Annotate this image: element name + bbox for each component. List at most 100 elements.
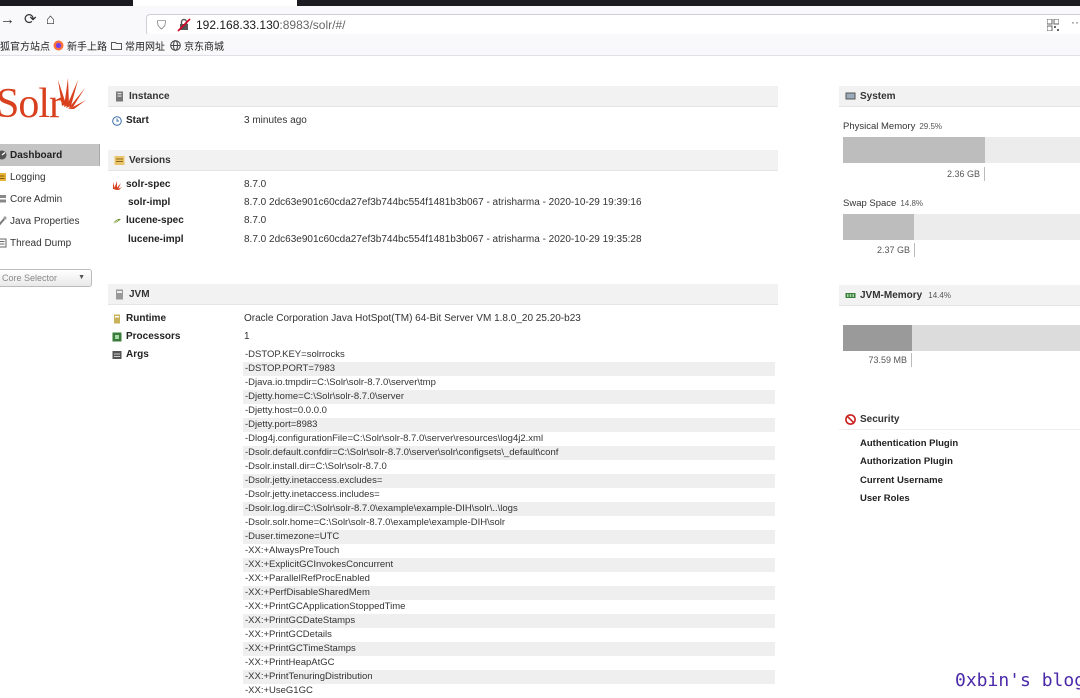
reload-icon[interactable]: ⟳	[24, 12, 37, 28]
version-label: lucene-spec	[126, 215, 184, 226]
start-value: 3 minutes ago	[244, 115, 307, 126]
runtime-key: Runtime	[112, 313, 166, 324]
versions-title: Versions	[129, 154, 171, 166]
version-value: 8.7.0	[244, 179, 267, 190]
versions-header: Versions	[108, 150, 778, 171]
sidebar-item-core-admin[interactable]: Core Admin	[0, 188, 100, 210]
version-key: lucene-impl	[128, 234, 184, 245]
jvm-args-list: -DSTOP.KEY=solrrocks -DSTOP.PORT=7983 -D…	[243, 348, 775, 698]
version-key: lucene-spec	[112, 215, 184, 226]
jvm-arg: -Dsolr.jetty.inetaccess.excludes=	[243, 474, 775, 488]
qr-code-icon[interactable]	[1047, 19, 1059, 31]
logging-icon	[0, 173, 6, 181]
more-icon[interactable]: ··	[1071, 15, 1079, 29]
security-authorization-plugin: Authorization Plugin	[860, 456, 953, 467]
bookmark-item[interactable]: 京东商城	[170, 38, 224, 53]
solr-logo[interactable]: Solr	[0, 76, 88, 128]
jvm-arg: -XX:+PrintTenuringDistribution	[243, 670, 775, 684]
globe-icon	[170, 40, 181, 51]
security-user-roles: User Roles	[860, 493, 910, 504]
version-row: lucene-spec 8.7.0	[112, 215, 778, 229]
sidebar-item-label: Core Admin	[10, 193, 63, 205]
lucene-icon	[112, 218, 121, 224]
version-row: solr-spec 8.7.0	[112, 179, 778, 193]
memory-chip-icon	[845, 292, 856, 298]
sidebar-item-dashboard[interactable]: Dashboard	[0, 144, 100, 166]
thread-dump-icon	[0, 238, 7, 248]
core-admin-icon	[0, 195, 6, 203]
insecure-lock-icon[interactable]	[177, 18, 191, 32]
instance-header: Instance	[108, 86, 778, 107]
bookmark-item[interactable]: 新手上路	[53, 38, 107, 53]
args-label: Args	[126, 349, 149, 360]
bookmarks-bar: 狐官方站点 新手上路 常用网址 京东商城	[0, 34, 1080, 56]
args-key: Args	[112, 349, 149, 360]
security-title: Security	[860, 413, 900, 425]
home-icon[interactable]: ⌂	[46, 12, 55, 28]
physical-memory-used: 2.36 GB	[920, 167, 985, 181]
folder-icon	[111, 42, 122, 50]
core-selector-dropdown[interactable]: Core Selector ▼	[0, 269, 92, 287]
jvm-arg: -XX:+ParallelRefProcEnabled	[245, 573, 370, 584]
security-header: Security	[839, 409, 1080, 430]
clock-icon	[112, 115, 122, 126]
swap-space-used: 2.37 GB	[850, 243, 915, 257]
url-path: :8983/solr/#/	[279, 18, 346, 32]
system-title: System	[860, 90, 896, 102]
jvm-arg: -XX:+PrintGCTimeStamps	[243, 642, 775, 656]
sidebar-item-java-properties[interactable]: Java Properties	[0, 210, 100, 232]
system-icon	[845, 92, 856, 99]
jvm-arg: -XX:+UseG1GC	[245, 685, 313, 696]
processor-icon	[112, 332, 122, 341]
jvm-arg: -XX:+PrintGCApplicationStoppedTime	[245, 601, 406, 612]
solr-sun-icon	[58, 78, 86, 109]
version-value: 8.7.0	[244, 215, 267, 226]
jvm-arg: -XX:+ExplicitGCInvokesConcurrent	[243, 558, 775, 572]
url-text[interactable]: 192.168.33.130:8983/solr/#/	[196, 18, 345, 32]
jvm-arg: -XX:+PrintHeapAtGC	[245, 657, 335, 668]
physical-memory-percent: 29.5%	[919, 122, 943, 131]
java-properties-icon	[0, 216, 7, 226]
physical-memory-bar	[843, 137, 1080, 163]
processors-label: Processors	[126, 331, 181, 342]
jvm-arg: -DSTOP.PORT=7983	[243, 362, 775, 376]
jvm-arg: -Djava.io.tmpdir=C:\Solr\solr-8.7.0\serv…	[245, 377, 436, 388]
version-label: lucene-impl	[128, 234, 184, 245]
swap-space-percent: 14.8%	[900, 199, 924, 208]
sidebar-item-thread-dump[interactable]: Thread Dump	[0, 232, 100, 254]
jvm-memory-bar	[843, 325, 1080, 351]
physical-memory-fill	[843, 137, 985, 163]
runtime-value: Oracle Corporation Java HotSpot(TM) 64-B…	[244, 313, 581, 324]
sidebar-item-label: Thread Dump	[10, 237, 72, 249]
shield-icon[interactable]: ⛉	[157, 18, 166, 33]
solr-logo-text: Solr	[0, 81, 63, 127]
jvm-arg: -Djetty.host=0.0.0.0	[245, 405, 327, 416]
jvm-arg: -Dlog4j.configurationFile=C:\Solr\solr-8…	[245, 433, 544, 444]
start-label: Start	[126, 115, 149, 126]
forward-icon[interactable]: →	[0, 12, 15, 28]
runtime-label: Runtime	[126, 313, 166, 324]
sidebar-item-logging[interactable]: Logging	[0, 166, 100, 188]
swap-space-bar	[843, 214, 1080, 240]
jvm-memory-percent: 14.4%	[928, 290, 951, 300]
jvm-arg: -Djetty.home=C:\Solr\solr-8.7.0\server	[243, 390, 775, 404]
jvm-memory-used: 73.59 MB	[846, 353, 912, 367]
jvm-arg: -XX:+PrintGCDetails	[245, 629, 332, 640]
version-value: 8.7.0 2dc63e901c60cda27ef3b744bc554f1481…	[244, 234, 642, 245]
versions-icon	[114, 155, 125, 165]
solr-icon	[113, 180, 122, 190]
jvm-arg: -XX:+PerfDisableSharedMem	[243, 586, 775, 600]
address-bar[interactable]: ⛉ 192.168.33.130:8983/solr/#/ ··	[146, 14, 1080, 36]
processors-key: Processors	[112, 331, 180, 342]
version-key: solr-spec	[112, 179, 170, 190]
bookmark-item[interactable]: 狐官方站点	[0, 38, 50, 53]
browser-toolbar: → ⟳ ⌂ ⛉ 192.168.33.130:8983/solr/#/ ··	[0, 6, 1080, 36]
version-value: 8.7.0 2dc63e901c60cda27ef3b744bc554f1481…	[244, 197, 642, 208]
jvm-runtime-row: Runtime Oracle Corporation Java HotSpot(…	[112, 313, 778, 327]
jvm-header: JVM	[108, 284, 778, 305]
instance-start-row: Start 3 minutes ago	[112, 115, 778, 129]
security-icon	[845, 413, 856, 425]
start-key: Start	[112, 115, 149, 126]
url-host: 192.168.33.130	[196, 18, 280, 32]
bookmark-item[interactable]: 常用网址	[111, 38, 165, 53]
